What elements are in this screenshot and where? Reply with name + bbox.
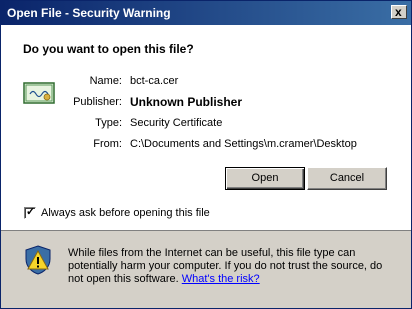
- publisher-value: Unknown Publisher: [130, 95, 243, 109]
- content-panel: Do you want to open this file? Name: bct…: [1, 25, 411, 230]
- close-icon: x: [395, 5, 402, 19]
- warning-shield-icon: [25, 245, 51, 275]
- checkmark-icon: ✓: [26, 206, 36, 218]
- open-button[interactable]: Open: [225, 167, 305, 190]
- dialog-heading: Do you want to open this file?: [23, 42, 194, 56]
- type-value: Security Certificate: [130, 117, 223, 129]
- type-label: Type:: [95, 117, 122, 129]
- publisher-label: Publisher:: [73, 96, 122, 108]
- warning-message: While files from the Internet can be use…: [68, 247, 398, 286]
- whats-the-risk-link[interactable]: What's the risk?: [182, 273, 260, 285]
- from-value: C:\Documents and Settings\m.cramer\Deskt…: [130, 138, 357, 150]
- from-label: From:: [93, 138, 122, 150]
- close-button[interactable]: x: [391, 5, 407, 19]
- warning-panel: While files from the Internet can be use…: [1, 231, 411, 308]
- always-ask-label[interactable]: Always ask before opening this file: [41, 207, 210, 219]
- name-label: Name:: [89, 75, 122, 87]
- cancel-button[interactable]: Cancel: [307, 167, 387, 190]
- window-title: Open File - Security Warning: [7, 6, 171, 20]
- security-warning-dialog: Open File - Security Warning x Do you wa…: [0, 0, 412, 309]
- title-bar[interactable]: Open File - Security Warning x: [1, 1, 411, 25]
- always-ask-checkbox[interactable]: ✓: [24, 206, 36, 219]
- name-value: bct-ca.cer: [130, 75, 179, 87]
